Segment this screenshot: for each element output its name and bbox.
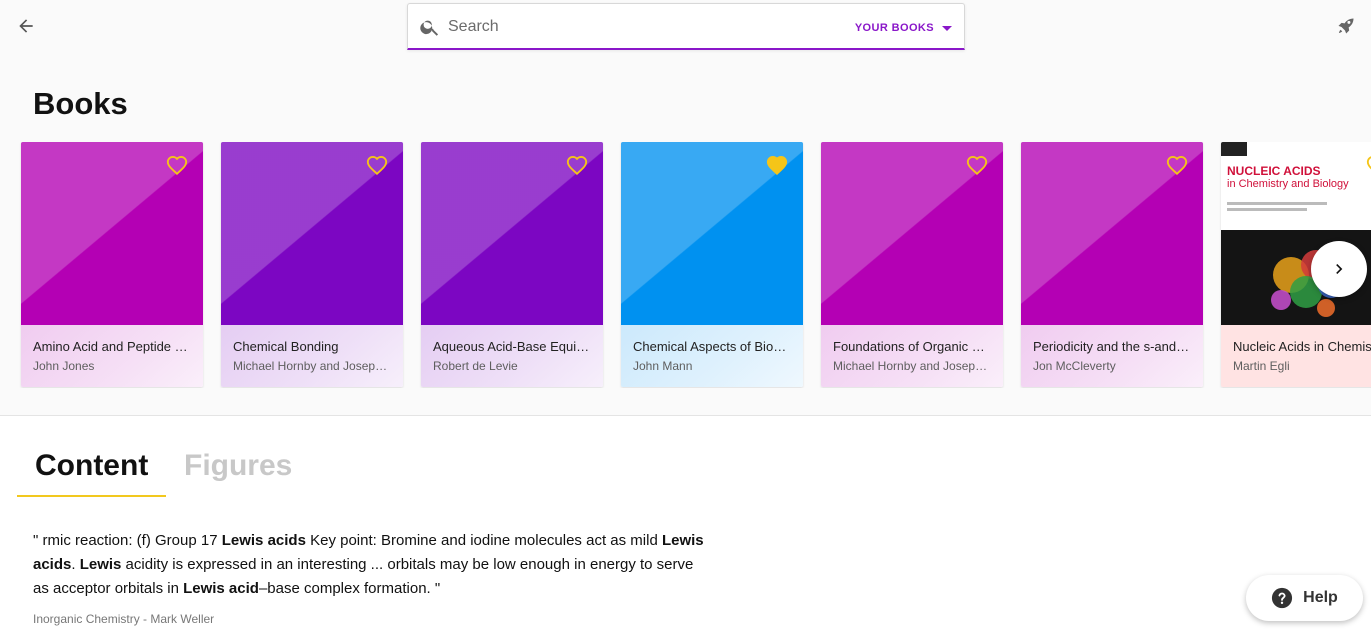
book-author: Michael Hornby and Joseph Peach	[233, 359, 391, 373]
book-author: John Jones	[33, 359, 95, 373]
heart-icon[interactable]	[966, 155, 988, 177]
help-label: Help	[1303, 589, 1338, 606]
snippet-text: .	[71, 556, 80, 573]
books-section-title: Books	[33, 86, 128, 121]
cover-title-line2: in Chemistry and Biology	[1227, 178, 1349, 190]
heart-icon[interactable]	[766, 155, 788, 177]
book-card[interactable]: Periodicity and the s-and p-Block Elemen…	[1021, 142, 1203, 387]
scope-dropdown-label: YOUR BOOKS	[854, 22, 934, 34]
search-result-source[interactable]: Inorganic Chemistry - Mark Weller	[33, 612, 214, 626]
cover-edition-strip	[1221, 142, 1247, 156]
book-title: Nucleic Acids in Chemistry and Biology	[1233, 339, 1371, 354]
snippet-text: Key point: Bromine and iodine molecules …	[305, 532, 662, 549]
search-icon	[420, 20, 439, 36]
book-title: Amino Acid and Peptide Synthesis	[33, 339, 191, 354]
book-title: Chemical Aspects of Biosynthesis	[633, 339, 791, 354]
book-cover: NUCLEIC ACIDS in Chemistry and Biology	[1221, 142, 1371, 325]
search-result-snippet[interactable]: " rmic reaction: (f) Group 17 Lewis acid…	[33, 529, 713, 601]
highlighted-term: Lewis	[79, 556, 122, 573]
book-author: Robert de Levie	[433, 359, 518, 373]
arrow-left-icon	[19, 19, 33, 33]
heart-icon[interactable]	[166, 155, 188, 177]
search-bar: YOUR BOOKS	[407, 3, 965, 50]
snippet-text: –base complex formation. "	[258, 580, 441, 597]
rocket-button[interactable]	[1332, 12, 1360, 40]
book-meta: Periodicity and the s-and p-Block Elemen…	[1021, 325, 1203, 387]
book-meta: Foundations of Organic Chemistry Michael…	[821, 325, 1003, 387]
book-title: Periodicity and the s-and p-Block Elemen…	[1033, 339, 1191, 354]
cover-title-line1: NUCLEIC ACIDS	[1227, 164, 1321, 178]
carousel-next-button[interactable]	[1311, 241, 1367, 297]
cover-editors-line	[1227, 208, 1307, 211]
book-title: Aqueous Acid-Base Equilibrium	[433, 339, 591, 354]
book-card[interactable]: Aqueous Acid-Base Equilibrium Robert de …	[421, 142, 603, 387]
search-input[interactable]	[448, 13, 828, 41]
caret-down-icon	[942, 25, 952, 31]
book-meta: Chemical Aspects of Biosynthesis John Ma…	[621, 325, 803, 387]
book-meta: Aqueous Acid-Base Equilibrium Robert de …	[421, 325, 603, 387]
highlighted-term: Lewis acids	[221, 532, 306, 549]
book-card[interactable]: Chemical Bonding Michael Hornby and Jose…	[221, 142, 403, 387]
book-card[interactable]: Amino Acid and Peptide Synthesis John Jo…	[21, 142, 203, 387]
book-card[interactable]: Chemical Aspects of Biosynthesis John Ma…	[621, 142, 803, 387]
tab-content[interactable]: Content	[17, 443, 166, 497]
cover-title-panel: NUCLEIC ACIDS in Chemistry and Biology	[1221, 142, 1371, 230]
book-card[interactable]: Foundations of Organic Chemistry Michael…	[821, 142, 1003, 387]
help-button[interactable]: Help	[1246, 575, 1363, 621]
heart-icon[interactable]	[366, 155, 388, 177]
snippet-text: " rmic reaction: (f) Group 17	[33, 532, 222, 549]
rocket-icon	[1338, 18, 1354, 34]
book-title: Chemical Bonding	[233, 339, 339, 354]
book-meta: Amino Acid and Peptide Synthesis John Jo…	[21, 325, 203, 387]
chevron-right-icon	[1336, 264, 1343, 274]
highlighted-term: Lewis acid	[183, 580, 259, 597]
heart-icon[interactable]	[1366, 155, 1371, 177]
back-button[interactable]	[12, 12, 40, 40]
book-author: Jon McCleverty	[1033, 359, 1116, 373]
book-meta: Chemical Bonding Michael Hornby and Jose…	[221, 325, 403, 387]
book-meta: Nucleic Acids in Chemistry and Biology M…	[1221, 325, 1371, 387]
help-icon	[1272, 587, 1293, 609]
book-author: John Mann	[633, 359, 693, 373]
cover-editors-line	[1227, 202, 1327, 205]
scope-dropdown[interactable]: YOUR BOOKS	[855, 18, 952, 38]
books-carousel: Amino Acid and Peptide Synthesis John Jo…	[0, 142, 1371, 388]
heart-icon[interactable]	[566, 155, 588, 177]
heart-icon[interactable]	[1166, 155, 1188, 177]
book-title: Foundations of Organic Chemistry	[833, 339, 991, 354]
book-author: Michael Hornby and Joseph Peach	[833, 359, 991, 373]
tab-figures[interactable]: Figures	[166, 443, 310, 497]
book-author: Martin Egli	[1233, 359, 1290, 373]
